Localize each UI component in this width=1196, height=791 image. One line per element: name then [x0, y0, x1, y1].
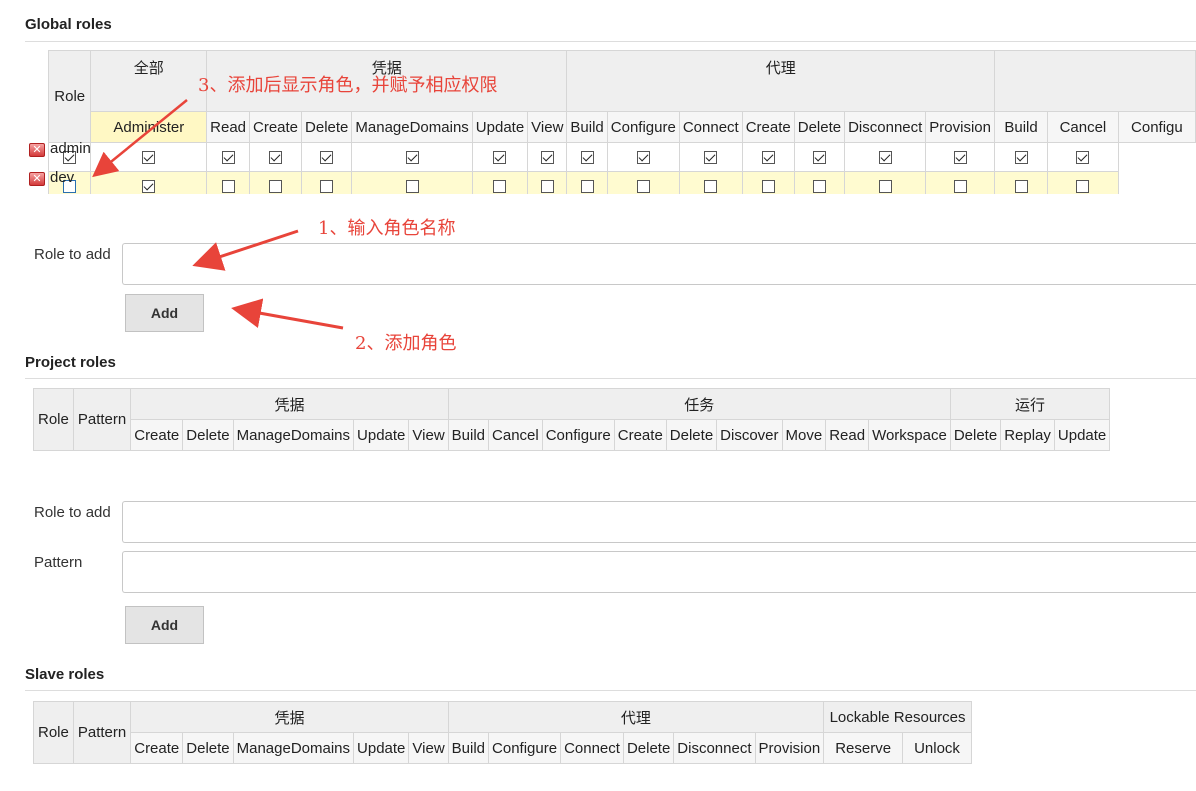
- arrow-step1: [192, 229, 299, 271]
- arrow-step2: [231, 298, 344, 330]
- annotation-arrows: [92, 99, 344, 330]
- arrow-step3: [92, 99, 188, 178]
